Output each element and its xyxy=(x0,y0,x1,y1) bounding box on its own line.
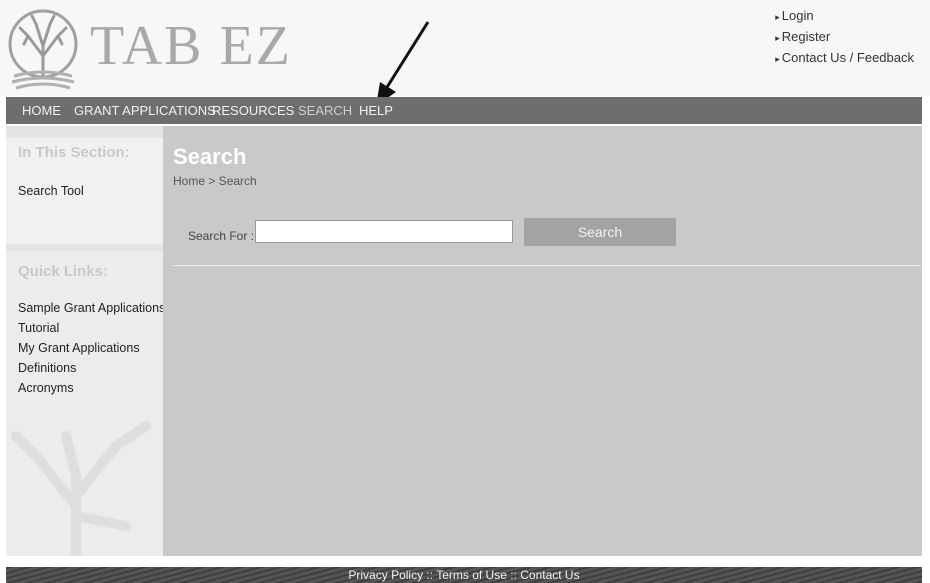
register-link[interactable]: ▸ Register xyxy=(775,27,914,48)
annotation-arrow-icon xyxy=(376,21,430,106)
main-content: Search Home > Search Search For : Search xyxy=(163,126,922,556)
quick-link-definitions[interactable]: Definitions xyxy=(18,361,76,375)
site-header: TAB EZ ▸ Login ▸ Register ▸ Contact Us / Fe… xyxy=(0,0,930,106)
quick-links-box: Quick Links: Sample Grant Applications T… xyxy=(6,251,165,556)
bullet-triangle-icon: ▸ xyxy=(775,54,780,64)
footer-separator: :: xyxy=(423,568,437,582)
nav-search[interactable]: SEARCH xyxy=(298,103,352,118)
nav-home[interactable]: HOME xyxy=(22,103,61,118)
login-link[interactable]: ▸ Login xyxy=(775,6,914,27)
search-label: Search For : xyxy=(188,229,255,243)
tree-watermark-icon xyxy=(11,421,151,556)
page-title: Search xyxy=(173,144,247,169)
quick-links-heading: Quick Links: xyxy=(18,263,109,280)
footer-separator: :: xyxy=(506,568,521,582)
footer-privacy-policy-link[interactable]: Privacy Policy xyxy=(348,568,423,582)
bullet-triangle-icon: ▸ xyxy=(775,33,780,43)
footer-contact-us-link[interactable]: Contact Us xyxy=(520,568,579,582)
top-links: ▸ Login ▸ Register ▸ Contact Us / Feedback xyxy=(775,6,914,69)
tree-logo-icon[interactable] xyxy=(8,6,78,90)
site-footer: Privacy Policy :: Terms of Use :: Contac… xyxy=(6,567,922,583)
site-logo-text[interactable]: TAB EZ xyxy=(90,16,292,76)
nav-help[interactable]: HELP xyxy=(359,103,393,118)
sidebar: In This Section: Search Tool Quick Links… xyxy=(6,126,165,556)
breadcrumb: Home > Search xyxy=(173,174,257,188)
nav-grant-applications[interactable]: GRANT APPLICATIONS xyxy=(74,103,216,118)
quick-link-sample-grant-applications[interactable]: Sample Grant Applications xyxy=(18,301,165,315)
footer-links: Privacy Policy :: Terms of Use :: Contac… xyxy=(6,568,922,582)
content-divider xyxy=(173,265,921,266)
search-button[interactable]: Search xyxy=(524,218,676,246)
sidebar-item-search-tool[interactable]: Search Tool xyxy=(18,184,84,198)
in-this-section-heading: In This Section: xyxy=(18,144,130,161)
bullet-triangle-icon: ▸ xyxy=(775,12,780,22)
quick-link-my-grant-applications[interactable]: My Grant Applications xyxy=(18,341,140,355)
contact-feedback-link[interactable]: ▸ Contact Us / Feedback xyxy=(775,48,914,69)
footer-terms-of-use-link[interactable]: Terms of Use xyxy=(436,568,507,582)
in-this-section-box: In This Section: Search Tool xyxy=(6,138,163,244)
main-nav: HOME GRANT APPLICATIONS RESOURCES SEARCH… xyxy=(6,97,922,124)
quick-link-acronyms[interactable]: Acronyms xyxy=(18,381,74,395)
quick-link-tutorial[interactable]: Tutorial xyxy=(18,321,59,335)
nav-resources[interactable]: RESOURCES xyxy=(212,103,294,118)
search-input[interactable] xyxy=(255,220,513,243)
